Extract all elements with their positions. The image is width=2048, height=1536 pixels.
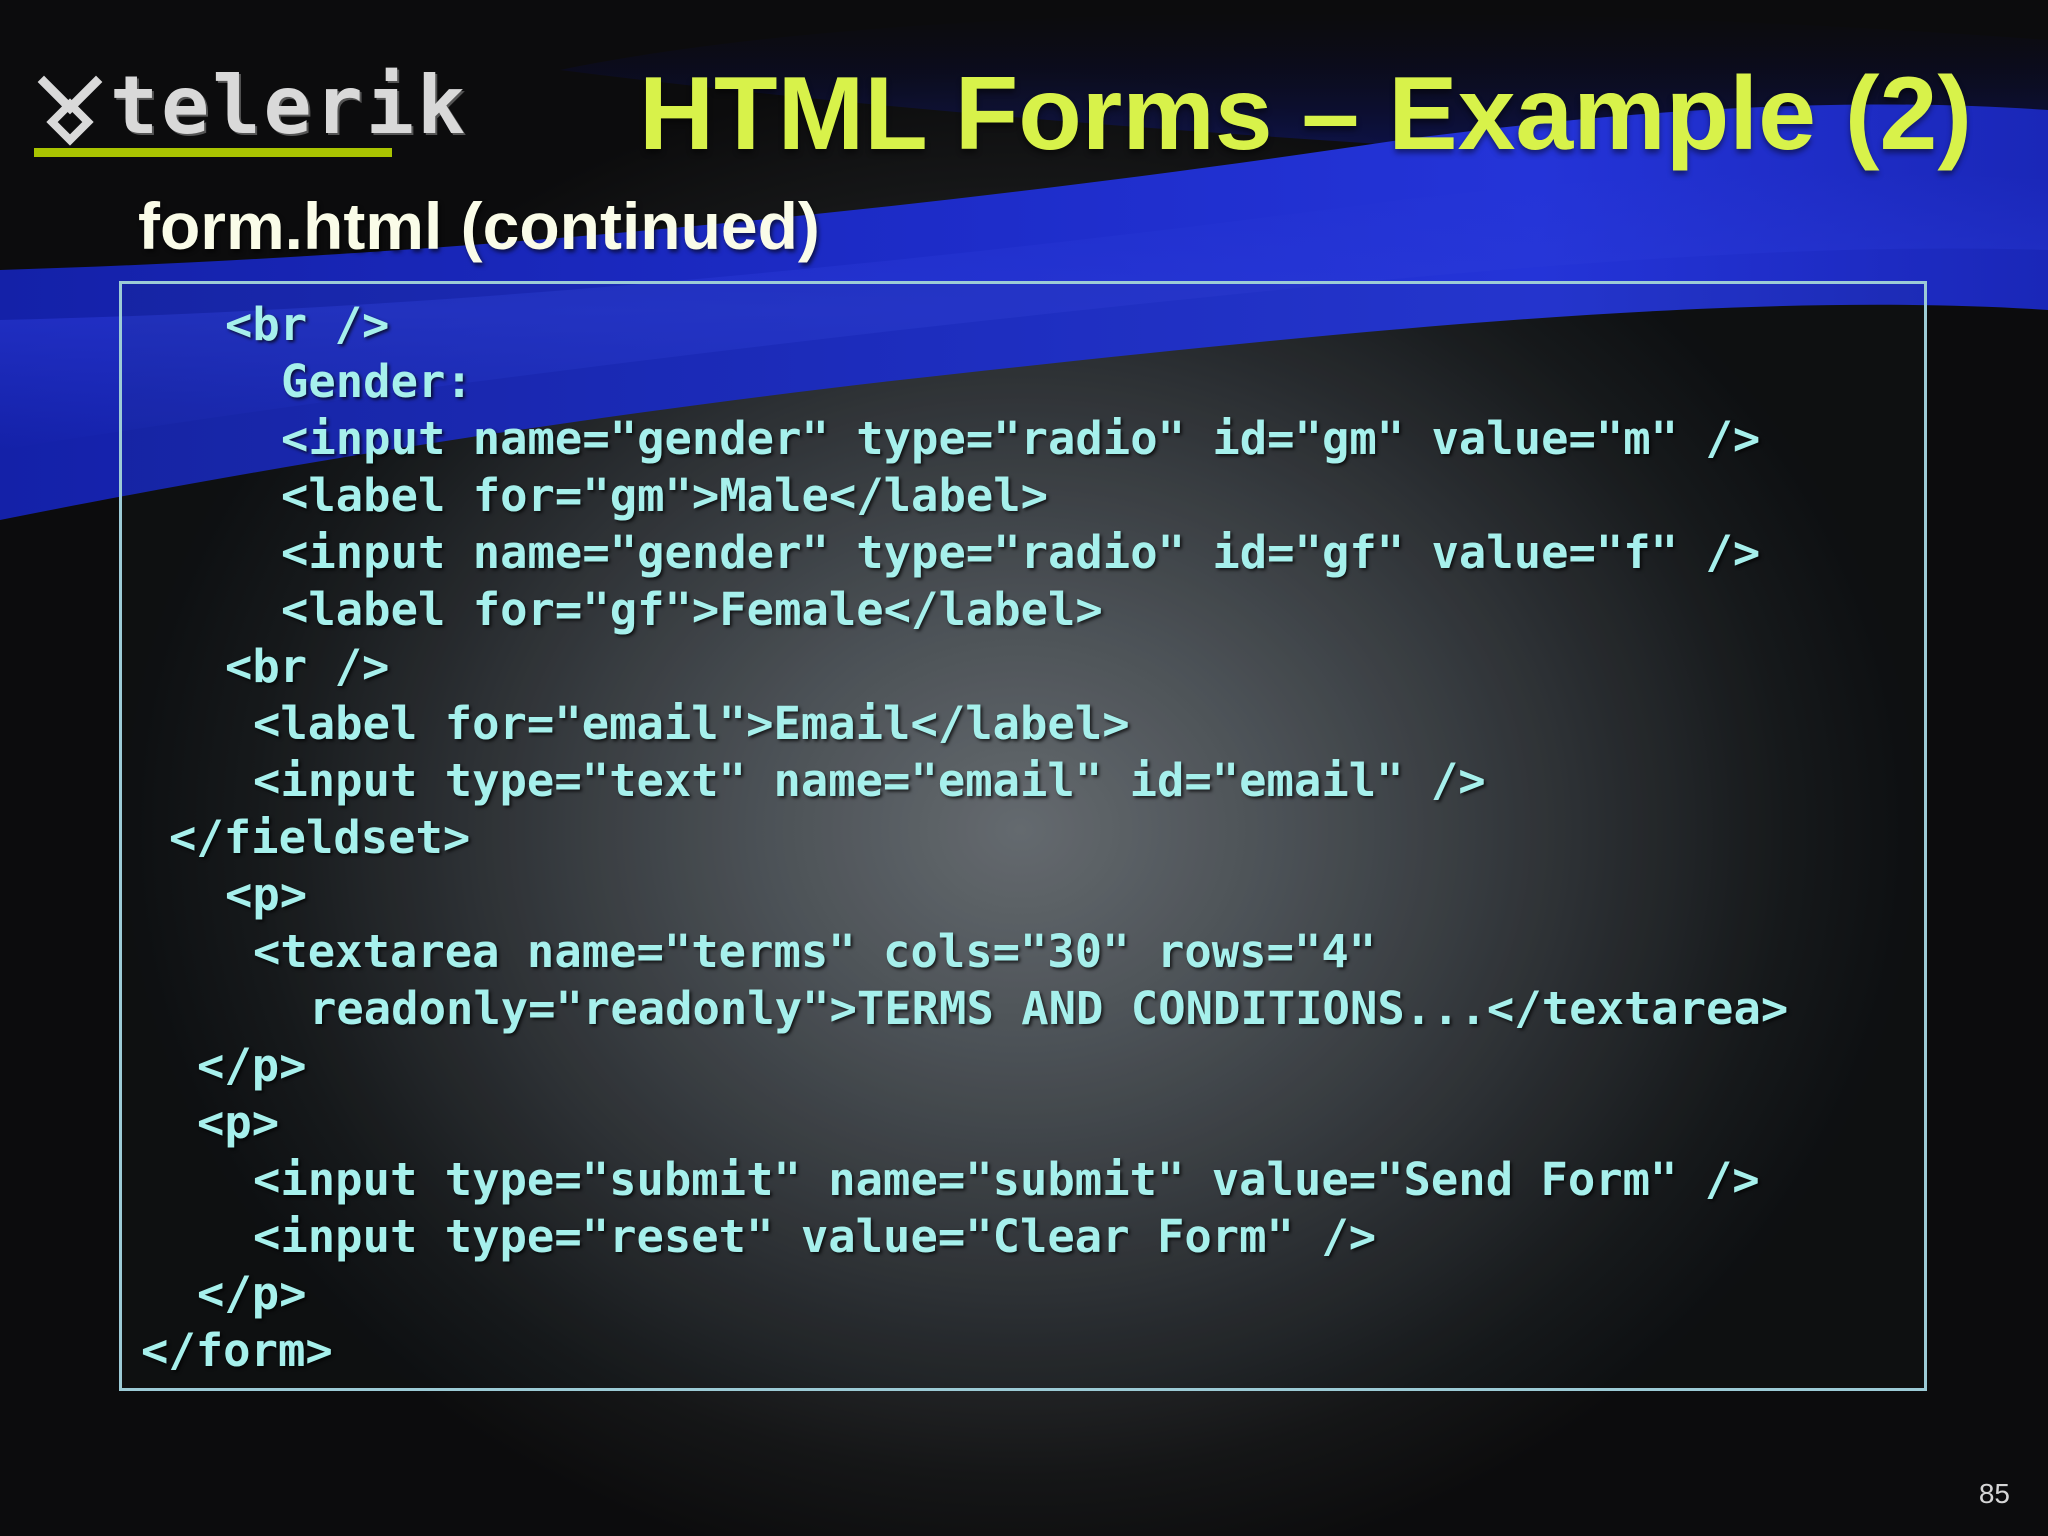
logo-underline [34, 148, 392, 157]
page-number: 85 [1978, 1478, 2010, 1509]
code-line: <input type="reset" value="Clear Form" /… [253, 1210, 1377, 1263]
code-line: readonly="readonly">TERMS AND CONDITIONS… [309, 982, 1789, 1035]
logo-wordmark: telerik [110, 59, 469, 152]
code-line: <textarea name="terms" cols="30" rows="4… [253, 925, 1377, 978]
code-line: <input name="gender" type="radio" id="gm… [281, 412, 1761, 465]
code-line: </p> [197, 1267, 307, 1320]
code-line: <input name="gender" type="radio" id="gf… [281, 526, 1761, 579]
telerik-logo-icon [37, 75, 103, 146]
telerik-logo: telerik [34, 66, 465, 158]
code-line: </p> [197, 1039, 307, 1092]
code-line: <input type="text" name="email" id="emai… [253, 754, 1486, 807]
slide-title: HTML Forms – Example (2) [638, 56, 1972, 172]
code-line: <label for="email">Email</label> [253, 697, 1130, 750]
code-line: </fieldset> [169, 811, 471, 864]
code-line: <label for="gf">Female</label> [281, 583, 1103, 636]
code-line: <br /> [225, 298, 390, 351]
code-line: <p> [225, 868, 308, 921]
code-block: <br /> Gender: <input name="gender" type… [119, 281, 1927, 1391]
code-line: <label for="gm">Male</label> [281, 469, 1049, 522]
code-line: Gender: [281, 355, 473, 408]
code-line: <input type="submit" name="submit" value… [253, 1153, 1760, 1206]
slide-subtitle: form.html (continued) [138, 189, 820, 263]
code-line: <p> [197, 1096, 280, 1149]
code-line: <br /> [225, 640, 390, 693]
code-line: </form> [141, 1324, 333, 1377]
